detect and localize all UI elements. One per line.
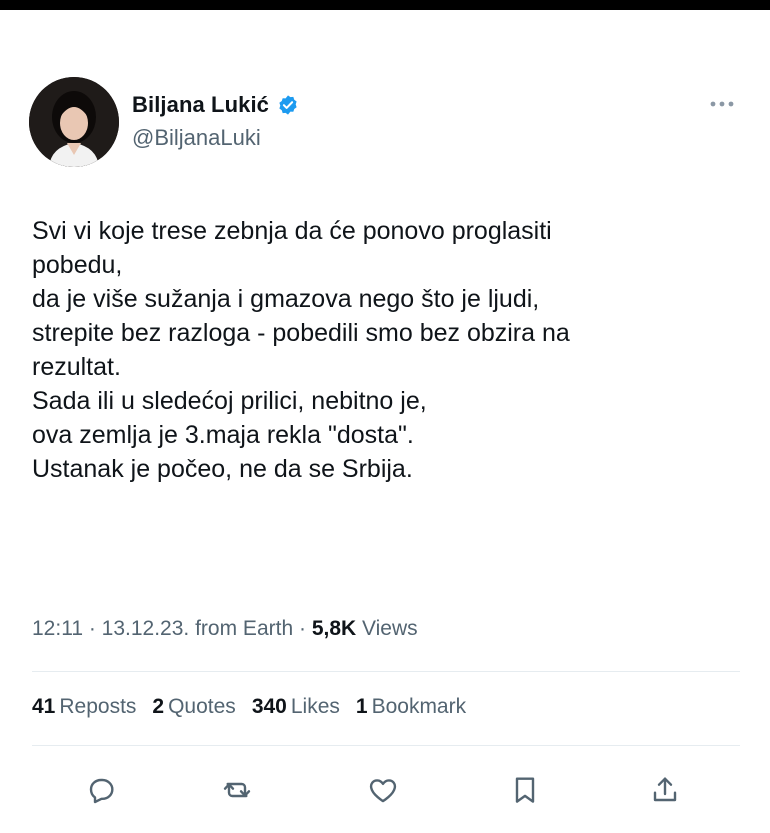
like-button[interactable] — [358, 765, 408, 815]
views-count[interactable]: 5,8K — [312, 617, 356, 640]
reposts-label: Reposts — [59, 695, 137, 718]
share-button[interactable] — [640, 765, 690, 815]
avatar[interactable] — [29, 77, 119, 167]
quotes-stat[interactable]: 2 Quotes — [152, 695, 235, 719]
reply-button[interactable] — [76, 765, 126, 815]
heart-icon — [369, 779, 397, 803]
quotes-label: Quotes — [168, 695, 236, 718]
share-icon — [653, 777, 677, 802]
repost-icon — [223, 782, 251, 798]
bookmarks-count: 1 — [355, 695, 368, 718]
avatar-photo — [29, 77, 119, 167]
bookmarks-stat[interactable]: 1 Bookmark — [356, 695, 466, 719]
bookmarks-label: Bookmark — [371, 695, 467, 718]
bookmark-button[interactable] — [500, 765, 550, 815]
more-horizontal-icon[interactable] — [705, 94, 739, 114]
author-handle[interactable]: @BiljanaLuki — [132, 125, 261, 151]
tweet-meta: 12:11 · 13.12.23. from Earth · 5,8K View… — [32, 617, 418, 641]
likes-stat[interactable]: 340 Likes — [252, 695, 340, 719]
likes-label: Likes — [290, 695, 340, 718]
bookmark-icon — [515, 777, 535, 803]
verified-badge-icon — [279, 95, 297, 115]
quotes-count: 2 — [152, 695, 165, 718]
repost-button[interactable] — [212, 765, 262, 815]
reposts-count: 41 — [32, 695, 56, 718]
divider — [32, 745, 740, 746]
author-display-name[interactable]: Biljana Lukić — [132, 92, 269, 118]
tweet-source: from Earth — [189, 617, 294, 640]
tweet-text: Svi vi koje trese zebnja da će ponovo pr… — [32, 217, 570, 483]
views-label: Views — [356, 617, 418, 640]
engagement-stats: 41 Reposts 2 Quotes 340 Likes 1 Bookmark — [32, 695, 466, 719]
likes-count: 340 — [251, 695, 287, 718]
meta-separator: · — [293, 617, 312, 640]
author-name-row: Biljana Lukić — [132, 92, 299, 118]
tweet-time[interactable]: 12:11 — [32, 617, 83, 640]
meta-separator: · — [83, 617, 102, 640]
action-bar — [0, 765, 770, 815]
divider — [32, 671, 740, 672]
reposts-stat[interactable]: 41 Reposts — [32, 695, 136, 719]
tweet-date[interactable]: 13.12.23. — [102, 617, 190, 640]
top-status-bar — [0, 0, 770, 10]
reply-icon — [89, 778, 114, 804]
